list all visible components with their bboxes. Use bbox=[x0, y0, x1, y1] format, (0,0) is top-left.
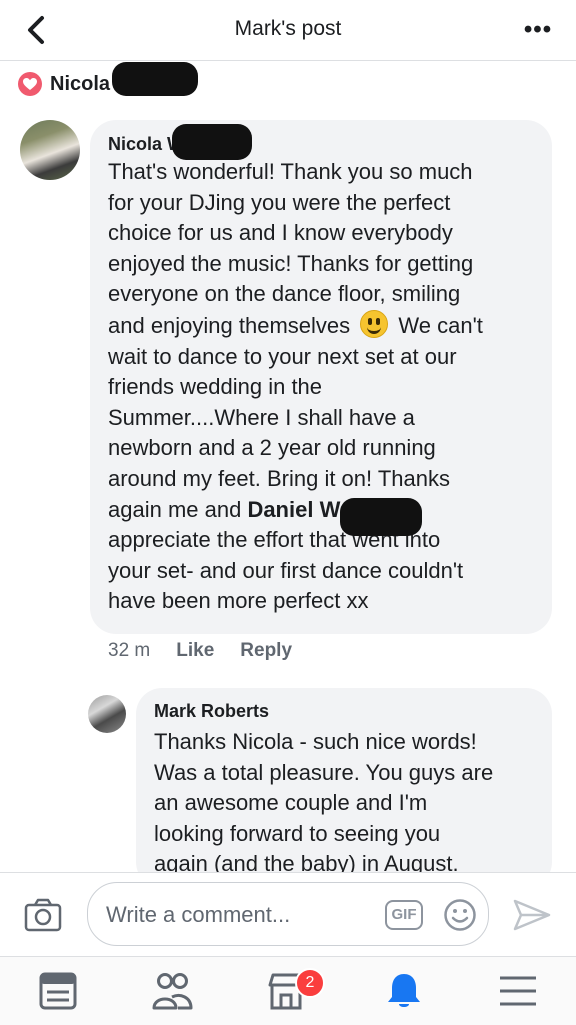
avatar[interactable] bbox=[88, 695, 126, 733]
redaction-mark bbox=[172, 124, 252, 160]
comment-input-placeholder: Write a comment... bbox=[106, 902, 291, 927]
redaction-mark bbox=[112, 62, 198, 96]
friends-icon[interactable] bbox=[150, 971, 194, 1011]
notification-count-badge: 2 bbox=[295, 968, 325, 998]
gif-button[interactable]: GIF bbox=[385, 900, 423, 930]
news-feed-icon[interactable] bbox=[36, 971, 80, 1011]
comment-text: Thanks Nicola - such nice words! Was a t… bbox=[154, 729, 494, 877]
comment-text: That's wonderful! Thank you so much for … bbox=[108, 159, 483, 614]
camera-icon[interactable] bbox=[24, 897, 62, 933]
top-bar: Mark's post ••• bbox=[0, 0, 576, 61]
heart-icon bbox=[18, 72, 42, 96]
menu-icon[interactable] bbox=[496, 971, 540, 1011]
comment-timestamp: 32 m bbox=[108, 640, 151, 661]
comment-author[interactable]: Mark Roberts bbox=[154, 701, 269, 722]
comment-input[interactable]: Write a comment... GIF bbox=[87, 882, 489, 946]
send-icon[interactable] bbox=[512, 898, 552, 932]
smiley-emoji-icon bbox=[360, 309, 389, 338]
sticker-icon[interactable] bbox=[443, 898, 477, 932]
bottom-tab-bar bbox=[0, 956, 576, 1025]
comment-actions: 32 m Like Reply bbox=[108, 640, 318, 662]
redaction-mark bbox=[340, 498, 422, 536]
like-button[interactable]: Like bbox=[176, 640, 214, 662]
reply-button[interactable]: Reply bbox=[240, 640, 292, 662]
mention-link[interactable]: Daniel W bbox=[247, 497, 340, 522]
more-options-icon[interactable]: ••• bbox=[522, 16, 554, 44]
avatar[interactable] bbox=[20, 120, 80, 180]
page-title: Mark's post bbox=[234, 17, 342, 40]
notifications-bell-icon[interactable] bbox=[382, 971, 426, 1011]
